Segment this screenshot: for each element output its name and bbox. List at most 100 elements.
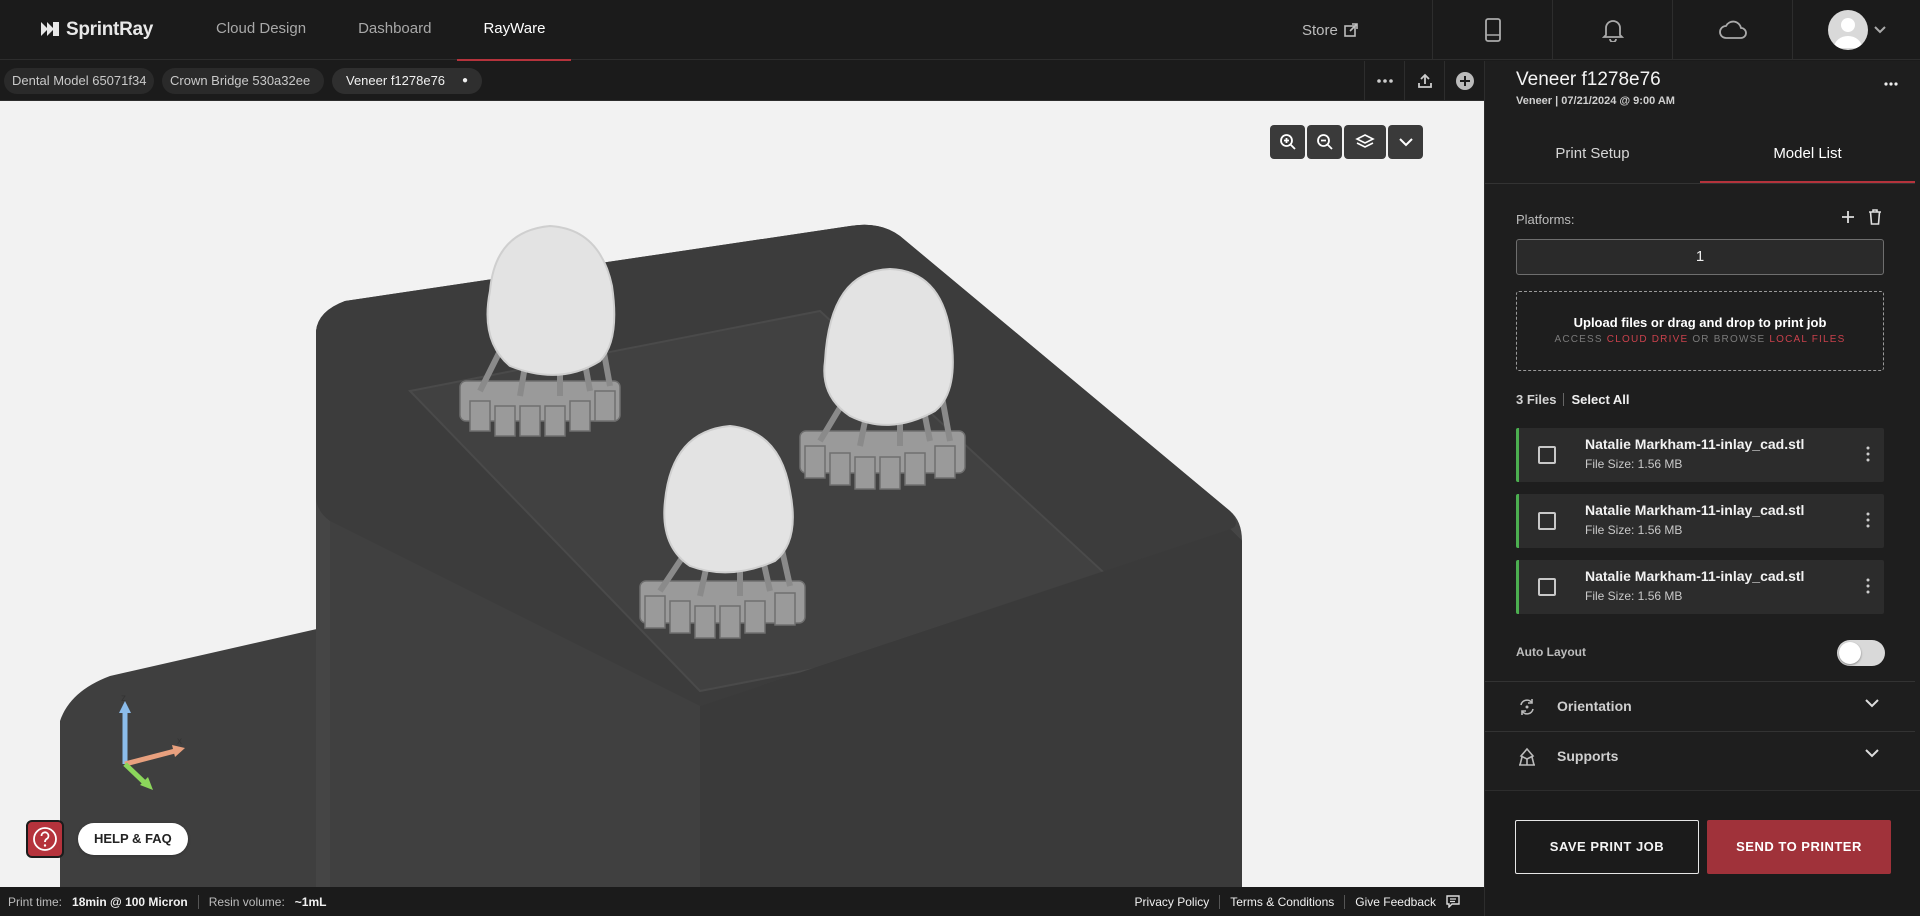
cloud-icon — [1718, 20, 1747, 39]
file-checkbox[interactable] — [1538, 446, 1556, 464]
zoom-in-button[interactable] — [1270, 125, 1305, 159]
project-tab-bar: Dental Model 65071f34 Crown Bridge 530a3… — [0, 61, 1484, 101]
print-time-label: Print time: — [8, 894, 63, 909]
tab-model-list[interactable]: Model List — [1700, 126, 1915, 183]
platforms-input[interactable]: 1 — [1516, 239, 1884, 275]
cloud-button[interactable] — [1672, 0, 1792, 60]
view-cube-button[interactable] — [1344, 125, 1386, 159]
store-link[interactable]: Store — [1302, 0, 1358, 60]
nav-cloud-design[interactable]: Cloud Design — [190, 0, 332, 60]
file-name: Natalie Markham-11-inlay_cad.stl — [1585, 568, 1805, 584]
local-files-link[interactable]: LOCAL FILES — [1769, 334, 1845, 345]
nav-rayware[interactable]: RayWare — [457, 0, 572, 61]
tab-dental-model[interactable]: Dental Model 65071f34 — [4, 68, 154, 94]
upload-options: ACCESS CLOUD DRIVE OR BROWSE LOCAL FILES — [1517, 334, 1883, 345]
3d-viewport[interactable]: z x HELP & FAQ — [0, 101, 1484, 887]
tab-actions — [1364, 61, 1484, 101]
divider — [1219, 894, 1221, 909]
upload-dropzone[interactable]: Upload files or drag and drop to print j… — [1516, 291, 1884, 371]
user-menu[interactable] — [1792, 0, 1920, 60]
more-vertical-icon[interactable] — [1866, 512, 1870, 528]
supports-section[interactable]: Supports — [1485, 731, 1915, 781]
view-orientation-icon — [1355, 134, 1375, 148]
auto-layout-toggle[interactable] — [1837, 640, 1885, 666]
file-checkbox[interactable] — [1538, 578, 1556, 596]
job-title: Veneer f1278e76 — [1516, 69, 1661, 90]
file-size: File Size: 1.56 MB — [1585, 457, 1683, 471]
job-more-button[interactable] — [1884, 73, 1898, 91]
help-widget: HELP & FAQ — [26, 820, 188, 858]
help-button[interactable] — [26, 820, 64, 858]
orientation-section[interactable]: Orientation — [1485, 681, 1915, 731]
platforms-label: Platforms: — [1516, 212, 1575, 227]
list-item[interactable]: Natalie Markham-11-inlay_cad.stl File Si… — [1516, 560, 1884, 614]
send-to-printer-button[interactable]: SEND TO PRINTER — [1707, 820, 1891, 874]
files-count: 3 Files — [1516, 392, 1557, 407]
give-feedback-link[interactable]: Give Feedback — [1355, 895, 1436, 909]
supports-icon — [1519, 747, 1535, 766]
save-print-job-button[interactable]: SAVE PRINT JOB — [1515, 820, 1699, 874]
print-stats: Print time: 18min @ 100 Micron Resin vol… — [8, 887, 326, 916]
main-nav: Cloud Design Dashboard RayWare — [190, 0, 572, 61]
build-platform-scene: z x — [60, 224, 1280, 887]
panel-tabs: Print Setup Model List — [1485, 126, 1915, 184]
list-item[interactable]: Natalie Markham-11-inlay_cad.stl File Si… — [1516, 428, 1884, 482]
feedback-icon[interactable] — [1446, 895, 1460, 908]
tab-print-setup[interactable]: Print Setup — [1485, 126, 1700, 183]
more-horizontal-icon — [1376, 79, 1393, 83]
view-dropdown-button[interactable] — [1388, 125, 1423, 159]
sprintray-logo[interactable]: SprintRay — [40, 17, 153, 43]
terms-link[interactable]: Terms & Conditions — [1230, 895, 1334, 909]
divider — [197, 894, 199, 909]
resin-volume-label: Resin volume: — [208, 894, 285, 909]
device-button[interactable] — [1432, 0, 1552, 60]
upload-or-text: OR BROWSE — [1692, 334, 1766, 345]
divider — [1344, 894, 1346, 909]
file-name: Natalie Markham-11-inlay_cad.stl — [1585, 436, 1805, 452]
divider — [1563, 393, 1565, 406]
tab-veneer-label: Veneer f1278e76 — [346, 73, 446, 88]
zoom-out-button[interactable] — [1307, 125, 1342, 159]
notifications-button[interactable] — [1552, 0, 1672, 60]
orientation-label: Orientation — [1557, 698, 1632, 714]
more-vertical-icon[interactable] — [1866, 578, 1870, 594]
files-header: 3 Files Select All — [1516, 392, 1630, 407]
unsaved-dot-icon: ● — [461, 75, 468, 86]
help-faq-button[interactable]: HELP & FAQ — [78, 823, 188, 855]
chevron-down-icon — [1398, 137, 1413, 146]
chevron-down-icon — [1873, 26, 1886, 34]
sprintray-logo-icon — [41, 22, 59, 36]
file-checkbox[interactable] — [1538, 512, 1556, 530]
tab-veneer[interactable]: Veneer f1278e76 ● — [332, 68, 482, 94]
more-horizontal-icon — [1884, 82, 1898, 86]
zoom-in-icon — [1279, 134, 1296, 150]
project-tabs: Dental Model 65071f34 Crown Bridge 530a3… — [4, 68, 482, 94]
brand-name: SprintRay — [66, 19, 154, 40]
tablet-icon — [1484, 18, 1501, 42]
delete-platform-icon[interactable] — [1868, 209, 1882, 225]
more-vertical-icon[interactable] — [1866, 446, 1870, 462]
auto-layout-label: Auto Layout — [1516, 645, 1586, 659]
cloud-drive-link[interactable]: CLOUD DRIVE — [1607, 334, 1689, 345]
file-size: File Size: 1.56 MB — [1585, 589, 1683, 603]
nav-dashboard[interactable]: Dashboard — [332, 0, 457, 60]
tab-crown-bridge[interactable]: Crown Bridge 530a32ee — [162, 68, 324, 94]
add-platform-icon[interactable] — [1840, 209, 1856, 225]
view-toolbar — [1270, 125, 1423, 159]
model-3-crown — [663, 424, 794, 574]
file-list: Natalie Markham-11-inlay_cad.stl File Si… — [1516, 428, 1884, 626]
export-button[interactable] — [1404, 61, 1444, 101]
new-tab-button[interactable] — [1444, 61, 1484, 101]
z-axis-label: z — [121, 693, 126, 704]
x-axis-label: x — [177, 736, 182, 747]
upload-title: Upload files or drag and drop to print j… — [1573, 315, 1827, 330]
file-size: File Size: 1.56 MB — [1585, 523, 1683, 537]
platform-actions — [1840, 209, 1882, 225]
list-item[interactable]: Natalie Markham-11-inlay_cad.stl File Si… — [1516, 494, 1884, 548]
privacy-policy-link[interactable]: Privacy Policy — [1135, 895, 1210, 909]
more-options-button[interactable] — [1364, 61, 1404, 101]
model-2-crown — [823, 267, 954, 426]
toggle-knob — [1839, 642, 1861, 664]
select-all-link[interactable]: Select All — [1571, 392, 1629, 407]
print-time-value: 18min @ 100 Micron — [72, 894, 188, 909]
